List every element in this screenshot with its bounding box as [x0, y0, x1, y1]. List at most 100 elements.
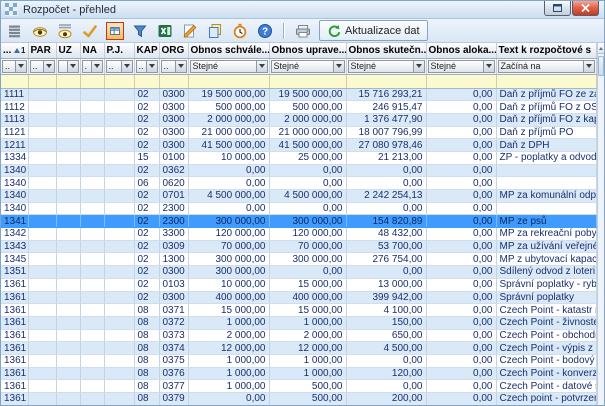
apply-check-icon[interactable] — [81, 22, 99, 40]
table-row[interactable]: 1341022300300 000,00300 000,00154 820,89… — [1, 215, 596, 228]
vertical-scrollbar[interactable] — [597, 43, 605, 406]
dropdown-button[interactable] — [483, 61, 494, 72]
filter-combo-par[interactable]: .. — [30, 60, 55, 73]
help-icon[interactable]: ? — [256, 22, 274, 40]
table-row[interactable]: 136108037412 000,0012 000,004 500,000,00… — [1, 342, 596, 355]
table-row[interactable]: 13610803721 000,001 000,00150,000,00Czec… — [1, 316, 596, 329]
scrollbar-thumb[interactable] — [598, 56, 605, 76]
rows-icon[interactable] — [6, 22, 24, 40]
scroll-up-button[interactable] — [598, 43, 605, 54]
preview-eye-icon[interactable] — [31, 22, 49, 40]
dropdown-button[interactable] — [175, 61, 186, 72]
column-header-code[interactable]: ...1 — [1, 43, 28, 58]
cell: 1211 — [1, 139, 28, 152]
column-header-pj[interactable]: P.J. — [104, 43, 134, 58]
table-row[interactable]: 1345021300300 000,00300 000,00276 754,00… — [1, 253, 596, 266]
cell: Daň z příjmů PO — [496, 126, 596, 139]
filter-combo-upraveny[interactable]: Stejné — [271, 60, 345, 73]
cell — [104, 380, 134, 393]
cell: 0300 — [159, 101, 188, 114]
history-clock-icon[interactable] — [231, 22, 249, 40]
dropdown-button[interactable] — [91, 61, 102, 72]
table-row[interactable]: 111102030019 500 000,0019 500 000,0015 7… — [1, 88, 596, 101]
table-row[interactable]: 1112020300500 000,00500 000,00246 915,47… — [1, 101, 596, 114]
dropdown-button[interactable] — [15, 61, 26, 72]
filter-combo-skutecny[interactable]: Stejné — [348, 60, 425, 73]
filter-combo-uz[interactable] — [58, 60, 79, 73]
filter-combo-kap[interactable]: .. — [136, 60, 158, 73]
cell: 650,00 — [346, 329, 426, 342]
table-row[interactable]: 134302030970 000,0070 000,0053 700,000,0… — [1, 240, 596, 253]
filter-input-cell[interactable] — [104, 74, 134, 88]
table-row[interactable]: 13400207014 500 000,004 500 000,002 242 … — [1, 190, 596, 203]
column-header-alokace[interactable]: Obnos aloka... — [426, 43, 496, 58]
filter-cell: .. — [1, 58, 28, 74]
dropdown-button[interactable] — [146, 61, 157, 72]
refresh-button[interactable]: Aktualizace dat — [319, 20, 428, 41]
filter-combo-schvaleny[interactable]: Stejné — [190, 60, 268, 73]
filter-combo-alokace[interactable]: Stejné — [428, 60, 495, 73]
filter-funnel-icon[interactable] — [131, 22, 149, 40]
cell: 0,00 — [426, 354, 496, 367]
table-row[interactable]: 13610803761 000,001 000,00120,000,00Czec… — [1, 367, 596, 380]
filter-input-cell[interactable] — [269, 74, 346, 88]
filter-input-cell[interactable] — [188, 74, 269, 88]
filter-input-cell[interactable] — [56, 74, 80, 88]
filter-input-cell[interactable] — [134, 74, 159, 88]
dropdown-button[interactable] — [43, 61, 54, 72]
filter-input-cell[interactable] — [28, 74, 56, 88]
print-icon[interactable] — [294, 22, 312, 40]
dropdown-button[interactable] — [333, 61, 344, 72]
column-header-kap[interactable]: KAP — [134, 43, 159, 58]
table-row[interactable]: 121102030041 500 000,0041 500 000,0027 0… — [1, 139, 596, 152]
close-button[interactable] — [572, 1, 599, 16]
filter-input-cell[interactable] — [159, 74, 188, 88]
column-header-uz[interactable]: UZ — [56, 43, 80, 58]
column-header-par[interactable]: PAR — [28, 43, 56, 58]
filter-combo-na[interactable]: . — [82, 60, 103, 73]
column-header-skutecny[interactable]: Obnos skutečn... — [346, 43, 426, 58]
filter-combo-pj[interactable]: .. — [106, 60, 133, 73]
table-row[interactable]: 1342023300120 000,00120 000,0048 432,000… — [1, 228, 596, 241]
column-header-schvaleny[interactable]: Obnos schvále... — [188, 43, 269, 58]
column-header-text[interactable]: Text k rozpočtové s — [496, 43, 596, 58]
table-row[interactable]: 13400606200,000,000,000,00 — [1, 177, 596, 190]
excel-export-icon[interactable] — [156, 22, 174, 40]
filter-input-cell[interactable] — [496, 74, 596, 88]
table-row[interactable]: 1361020300400 000,00400 000,00399 942,00… — [1, 291, 596, 304]
table-row[interactable]: 13610803751 000,001 000,000,000,00Czech … — [1, 354, 596, 367]
preview-columns-icon[interactable] — [56, 22, 74, 40]
filter-combo-text[interactable]: Začíná na — [498, 60, 595, 73]
edit-pencil-icon[interactable] — [181, 22, 199, 40]
filter-input-cell[interactable] — [426, 74, 496, 88]
filter-input-cell[interactable] — [80, 74, 104, 88]
column-header-org[interactable]: ORG — [159, 43, 188, 58]
dropdown-button[interactable] — [583, 61, 594, 72]
table-row[interactable]: 13400203620,000,000,000,00 — [1, 164, 596, 177]
column-header-na[interactable]: NA — [80, 43, 104, 58]
copy-sheets-icon[interactable] — [206, 22, 224, 40]
table-row[interactable]: 1351020300300 000,000,000,000,00Sdílený … — [1, 266, 596, 279]
table-row[interactable]: 13610803732 000,002 000,00650,000,00Czec… — [1, 329, 596, 342]
filter-combo-code[interactable]: .. — [2, 60, 27, 73]
table-row[interactable]: 13400223000,000,000,000,00 — [1, 202, 596, 215]
table-row[interactable]: 136102010310 000,0015 000,0013 000,000,0… — [1, 278, 596, 291]
column-header-upraveny[interactable]: Obnos uprave... — [269, 43, 346, 58]
table-row[interactable]: 11130203002 000 000,002 000 000,001 376 … — [1, 113, 596, 126]
maximize-button[interactable] — [544, 1, 571, 16]
table-row[interactable]: 112102030021 000 000,0021 000 000,0018 0… — [1, 126, 596, 139]
cell — [56, 139, 80, 152]
filter-input-cell[interactable] — [1, 74, 28, 88]
dropdown-button[interactable] — [67, 61, 78, 72]
filter-input-cell[interactable] — [346, 74, 426, 88]
table-row[interactable]: 13610803771 000,00500,000,000,00Czech Po… — [1, 380, 596, 393]
filter-combo-org[interactable]: .. — [161, 60, 187, 73]
table-row[interactable]: 133415010010 000,0025 000,0021 213,000,0… — [1, 151, 596, 164]
budget-view-icon-active[interactable] — [106, 22, 124, 40]
dropdown-button[interactable] — [256, 61, 267, 72]
table-row[interactable]: 136108037115 000,0015 000,004 100,000,00… — [1, 304, 596, 317]
table-row[interactable]: 13610803790,00500,00200,000,00Czech poin… — [1, 393, 596, 406]
dropdown-button[interactable] — [413, 61, 424, 72]
cell: Czech Point - výpis z re — [496, 342, 596, 355]
dropdown-button[interactable] — [121, 61, 132, 72]
